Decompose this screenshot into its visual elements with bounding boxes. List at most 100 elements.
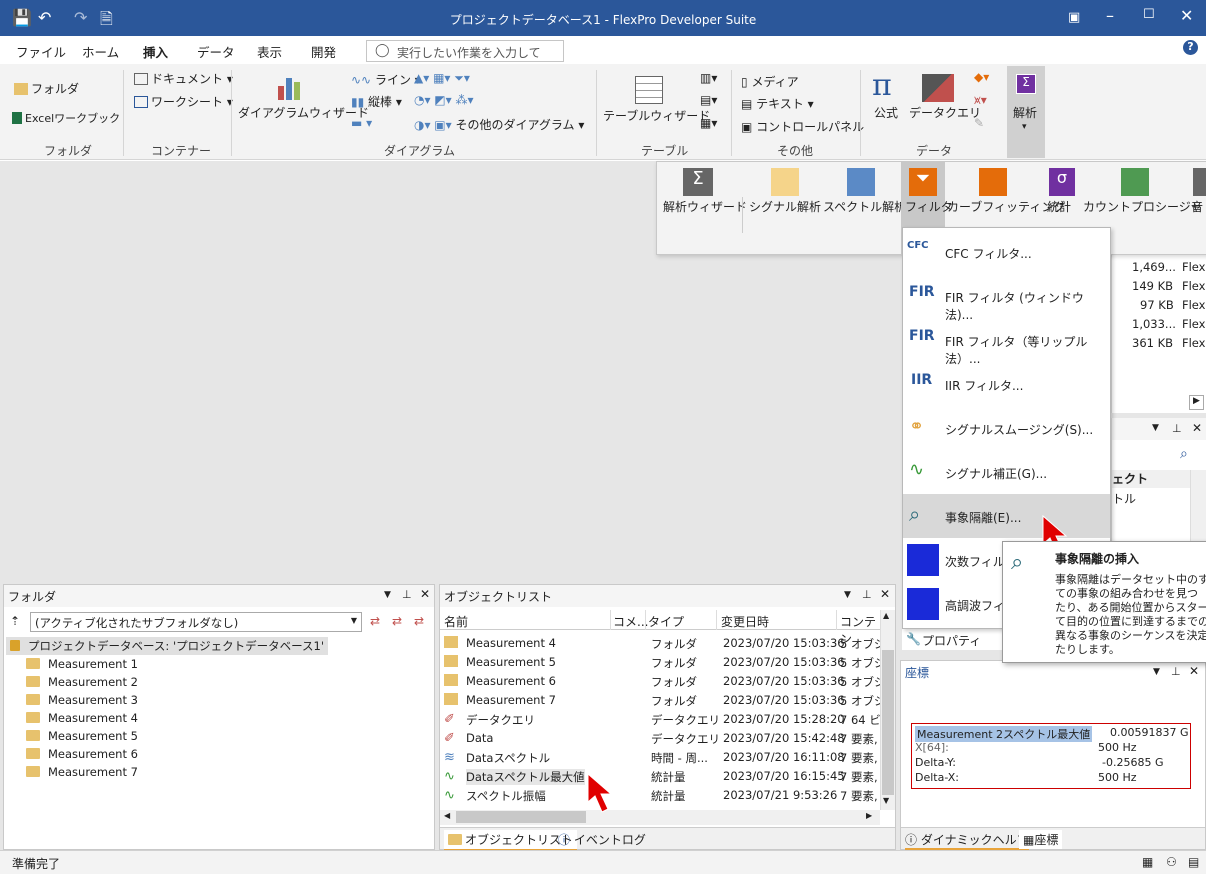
- tree-item[interactable]: Measurement 2: [26, 675, 138, 693]
- tab-data[interactable]: データ: [197, 42, 235, 61]
- properties-tab[interactable]: 🔧 プロパティ: [902, 628, 1012, 650]
- tree-item[interactable]: Measurement 5: [26, 729, 138, 747]
- status-grid-icon[interactable]: ▦: [1142, 855, 1153, 869]
- signal-analysis-button[interactable]: シグナル解析: [749, 198, 821, 215]
- pin-icon[interactable]: ⊥: [1171, 665, 1181, 678]
- spectrum-analysis-button[interactable]: スペクトル解析: [823, 198, 906, 215]
- table-row[interactable]: Measurement 4 フォルダ 2023/07/20 15:03:36 5 オブ…: [440, 635, 885, 653]
- tab-home[interactable]: ホーム: [82, 42, 119, 61]
- vertical-scrollbar[interactable]: ▲ ▼: [880, 610, 895, 810]
- panel-menu-icon[interactable]: ▼: [844, 590, 851, 600]
- column-comment[interactable]: コメ...: [613, 613, 648, 630]
- menu-item-fir-window[interactable]: FIR FIR フィルタ (ウィンドウ法)...: [903, 274, 1110, 322]
- data-tool-icon-2[interactable]: ⩙▾: [974, 93, 987, 108]
- column-name[interactable]: 名前: [444, 613, 468, 630]
- menu-item-fir-equiripple[interactable]: FIR FIR フィルタ（等リップル法）...: [903, 318, 1110, 366]
- tab-view[interactable]: 表示: [257, 42, 282, 61]
- scroll-right-button[interactable]: ▶: [1189, 395, 1204, 410]
- acoustics-button[interactable]: 音: [1191, 198, 1203, 215]
- bar-chart-button[interactable]: ▮▮ 縦棒 ▾: [351, 93, 402, 110]
- worksheet-button[interactable]: ワークシート ▾: [134, 93, 233, 110]
- status-settings-icon[interactable]: ▤: [1188, 855, 1199, 869]
- column-modified[interactable]: 変更日時: [721, 613, 769, 630]
- menu-item-event-isolation[interactable]: ⌕ 事象隔離(E)...: [903, 494, 1110, 538]
- table-row[interactable]: Measurement 7 フォルダ 2023/07/20 15:03:36 5 オブ…: [440, 692, 885, 710]
- table-row[interactable]: Measurement 6 フォルダ 2023/07/20 15:03:36 5 オブ…: [440, 673, 885, 691]
- tab-coordinates[interactable]: ▦座標: [1019, 830, 1063, 849]
- close-icon[interactable]: ✕: [1180, 6, 1193, 25]
- subfolder-select[interactable]: (アクティブ化されたサブフォルダなし) ▼: [30, 612, 362, 632]
- menu-item-iir-filter[interactable]: IIR IIR フィルタ...: [903, 362, 1110, 406]
- other-diagrams-button[interactable]: ◑▾ ▣▾ その他のダイアグラム ▾: [414, 116, 584, 133]
- area-chart-icon[interactable]: ▲▾ ▦▾ ⏷▾: [414, 71, 470, 86]
- status-user-icon[interactable]: ⚇: [1166, 855, 1177, 869]
- hbar-chart-icon[interactable]: ▬ ▾: [351, 116, 372, 130]
- pin-icon[interactable]: ⊥: [862, 588, 872, 601]
- menu-item-cfc-filter[interactable]: CFC CFC フィルタ...: [903, 230, 1110, 274]
- undo-icon[interactable]: ↶: [38, 8, 51, 27]
- table-grid-icon[interactable]: ▦▾: [700, 116, 717, 130]
- panel-menu-icon[interactable]: ▼: [384, 590, 391, 600]
- pin-icon[interactable]: ⊥: [1172, 422, 1182, 435]
- pie-chart-icon[interactable]: ◔▾ ◩▾ ⁂▾: [414, 93, 474, 107]
- panel-close-icon[interactable]: ✕: [1189, 664, 1199, 678]
- table-row[interactable]: ✐ Data データクエリ 2023/07/20 15:42:48 7 要素,: [440, 730, 878, 748]
- control-panel-button[interactable]: ▣ コントロールパネル: [741, 118, 864, 135]
- tree-item[interactable]: Measurement 7: [26, 765, 138, 783]
- table-row-icon[interactable]: ▤▾: [700, 93, 717, 107]
- tree-item[interactable]: Measurement 4: [26, 711, 138, 729]
- statistics-button[interactable]: 統計: [1047, 198, 1071, 215]
- line-chart-button[interactable]: ∿∿ ライン ▾: [351, 71, 421, 88]
- media-button[interactable]: ▯ メディア: [741, 73, 799, 90]
- tree-item[interactable]: Measurement 3: [26, 693, 138, 711]
- diagram-wizard-button[interactable]: ダイアグラムウィザード: [238, 104, 369, 121]
- maximize-icon[interactable]: ☐: [1143, 7, 1155, 22]
- analysis-button[interactable]: Σ 解析 ▾: [1007, 66, 1045, 158]
- save-icon[interactable]: 💾: [12, 8, 32, 27]
- folder-action-icon-1[interactable]: ⇄: [370, 614, 380, 628]
- table-row[interactable]: ≋ Dataスペクトル 時間 - 周... 2023/07/20 16:11:08 7 …: [440, 749, 878, 767]
- ribbon-display-icon[interactable]: ▣: [1068, 10, 1080, 25]
- new-doc-icon[interactable]: 🗎: [100, 8, 113, 35]
- analysis-wizard-button[interactable]: 解析ウィザード: [663, 198, 747, 215]
- menu-item-signal-correction[interactable]: ∿ シグナル補正(G)...: [903, 450, 1110, 494]
- help-icon[interactable]: ?: [1183, 40, 1198, 55]
- tab-dynamic-help[interactable]: ⓘ ダイナミックヘルプ: [905, 831, 1029, 850]
- tab-event-log[interactable]: ⓘ イベントログ: [558, 831, 646, 848]
- panel-menu-icon[interactable]: ▼: [1153, 667, 1160, 677]
- tab-develop[interactable]: 開発: [311, 42, 336, 61]
- table-row[interactable]: Measurement 5 フォルダ 2023/07/20 15:03:36 5 オブ…: [440, 654, 885, 672]
- panel-close-icon[interactable]: ✕: [1192, 421, 1202, 435]
- menu-item-signal-smoothing[interactable]: ⚭ シグナルスムージング(S)...: [903, 406, 1110, 450]
- counting-procedure-button[interactable]: カウントプロシージャ: [1083, 198, 1202, 215]
- data-tool-icon-1[interactable]: ◆▾: [974, 70, 989, 84]
- panel-close-icon[interactable]: ✕: [880, 587, 890, 601]
- panel-close-icon[interactable]: ✕: [420, 587, 430, 601]
- folder-action-icon-2[interactable]: ⇄: [392, 614, 402, 628]
- tree-item[interactable]: Measurement 6: [26, 747, 138, 765]
- excel-workbook-button[interactable]: Excelワークブック: [12, 110, 120, 126]
- folder-action-icon-3[interactable]: ⇄: [414, 614, 424, 628]
- column-type[interactable]: タイプ: [648, 613, 684, 630]
- pin-icon[interactable]: ⊥: [402, 588, 412, 601]
- formula-button[interactable]: 公式: [874, 104, 898, 121]
- search-input[interactable]: ◯ 実行したい作業を入力してく...: [366, 40, 564, 77]
- minimize-icon[interactable]: –: [1106, 6, 1114, 25]
- table-row[interactable]: ✐ データクエリ データクエリ 2023/07/20 15:28:20 7 64 ビ: [440, 711, 881, 729]
- table-row[interactable]: ∿ Dataスペクトル最大値 統計量 2023/07/20 16:15:45 7 要素,: [440, 768, 878, 786]
- tree-item[interactable]: Measurement 1: [26, 657, 138, 675]
- panel-menu-icon[interactable]: ▼: [1152, 423, 1159, 433]
- table-row[interactable]: ∿ スペクトル振幅 統計量 2023/07/21 9:53:26 7 要素,: [440, 787, 878, 805]
- tab-file[interactable]: ファイル: [16, 42, 66, 61]
- up-folder-icon[interactable]: ⇡: [10, 614, 20, 628]
- tree-root[interactable]: プロジェクトデータベース: 'プロジェクトデータベース1': [6, 637, 329, 655]
- table-wizard-button[interactable]: テーブルウィザード: [603, 107, 710, 124]
- search-icon[interactable]: ⌕: [1180, 446, 1188, 462]
- text-button[interactable]: ▤ テキスト ▾: [741, 95, 814, 112]
- table-col-icon[interactable]: ▥▾: [700, 71, 717, 85]
- document-button[interactable]: ドキュメント ▾: [134, 70, 233, 87]
- folder-button[interactable]: フォルダ: [14, 80, 79, 97]
- tab-insert[interactable]: 挿入: [143, 42, 169, 66]
- horizontal-scrollbar[interactable]: ◀ ▶: [440, 810, 880, 825]
- data-query-button[interactable]: データクエリ: [909, 104, 981, 121]
